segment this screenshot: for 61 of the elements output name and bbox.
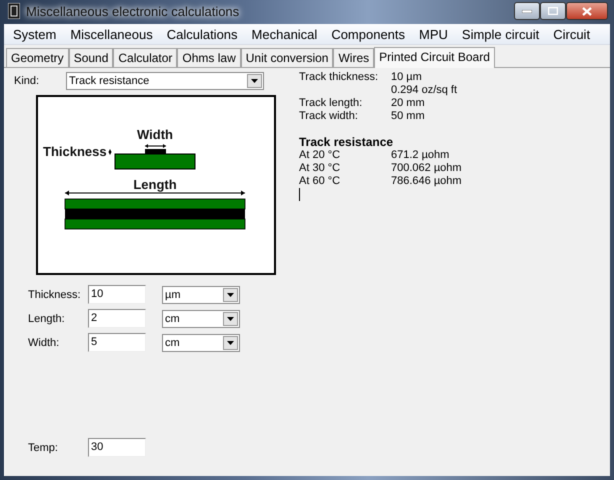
result-label: Track thickness: <box>299 71 380 85</box>
dropdown-arrow-icon <box>251 79 258 83</box>
section-heading: Track resistance <box>299 135 394 149</box>
unit-dropdown[interactable]: cm <box>162 334 240 352</box>
diagram-label: Thickness <box>43 144 107 159</box>
menu-item[interactable]: Miscellaneous <box>63 26 160 42</box>
input-field[interactable]: 10 <box>88 285 146 304</box>
result-label: Track width: <box>299 110 359 123</box>
result-value: 671.2 µohm <box>391 149 450 162</box>
text-cursor <box>299 188 300 201</box>
input-field[interactable]: 5 <box>88 333 146 352</box>
tab[interactable]: Geometry <box>6 48 69 67</box>
tab[interactable]: Printed Circuit Board <box>374 47 495 68</box>
result-label: At 60 °C <box>299 175 342 188</box>
field-label: Kind: <box>14 75 40 87</box>
menu-item[interactable]: Calculations <box>160 26 245 42</box>
result-value: 700.062 µohm <box>391 162 462 175</box>
field-label: Temp: <box>28 442 59 454</box>
result-value: 20 mm <box>391 97 425 110</box>
menu-item[interactable]: Components <box>324 26 412 42</box>
field-label: Width: <box>28 336 60 348</box>
tab[interactable]: Sound <box>68 48 114 67</box>
close-icon <box>582 6 592 16</box>
result-value: 50 mm <box>391 110 425 123</box>
thickness-marker <box>108 149 112 155</box>
menu-item[interactable]: MPU <box>412 26 455 42</box>
result-label: At 20 °C <box>299 149 342 162</box>
menu-item[interactable]: System <box>6 26 64 42</box>
app-icon <box>8 3 20 19</box>
menu-item[interactable]: Simple circuit <box>454 26 546 42</box>
minimize-button[interactable] <box>514 2 540 20</box>
result-label: At 30 °C <box>299 162 342 175</box>
field-label: Thickness: <box>28 288 82 300</box>
menu-item[interactable]: Circuit <box>546 26 598 42</box>
tab[interactable]: Unit conversion <box>240 48 334 67</box>
width-arrow <box>144 144 166 148</box>
result-value: 10 µm <box>391 71 423 84</box>
result-label: Track length: <box>299 97 364 110</box>
unit-dropdown[interactable]: µm <box>162 286 240 304</box>
tab[interactable]: Wires <box>333 48 374 67</box>
diagram-label: Width <box>137 127 173 142</box>
menu-item[interactable]: Mechanical <box>244 26 324 42</box>
window-title: Miscellaneous electronic calculations <box>26 4 240 18</box>
minimize-icon <box>522 10 532 12</box>
maximize-icon <box>548 7 558 15</box>
dropdown-arrow-icon <box>227 340 234 344</box>
diagram-label: Length <box>133 177 177 192</box>
tab[interactable]: Ohms law <box>177 48 241 67</box>
field-label: Length: <box>28 312 66 324</box>
maximize-button[interactable] <box>540 2 566 20</box>
unit-dropdown[interactable]: cm <box>162 310 240 328</box>
input-field[interactable]: 2 <box>88 309 146 328</box>
input-field[interactable]: 30 <box>88 438 146 457</box>
close-button[interactable] <box>566 2 608 20</box>
kind-dropdown[interactable]: Track resistance <box>66 72 264 90</box>
dropdown-arrow-icon <box>227 316 234 320</box>
tab[interactable]: Calculator <box>113 48 178 67</box>
result-value: 786.646 µohm <box>391 175 462 188</box>
result-value: 0.294 oz/sq ft <box>391 84 458 97</box>
track-drawing <box>145 149 166 154</box>
dropdown-arrow-icon <box>227 292 234 296</box>
